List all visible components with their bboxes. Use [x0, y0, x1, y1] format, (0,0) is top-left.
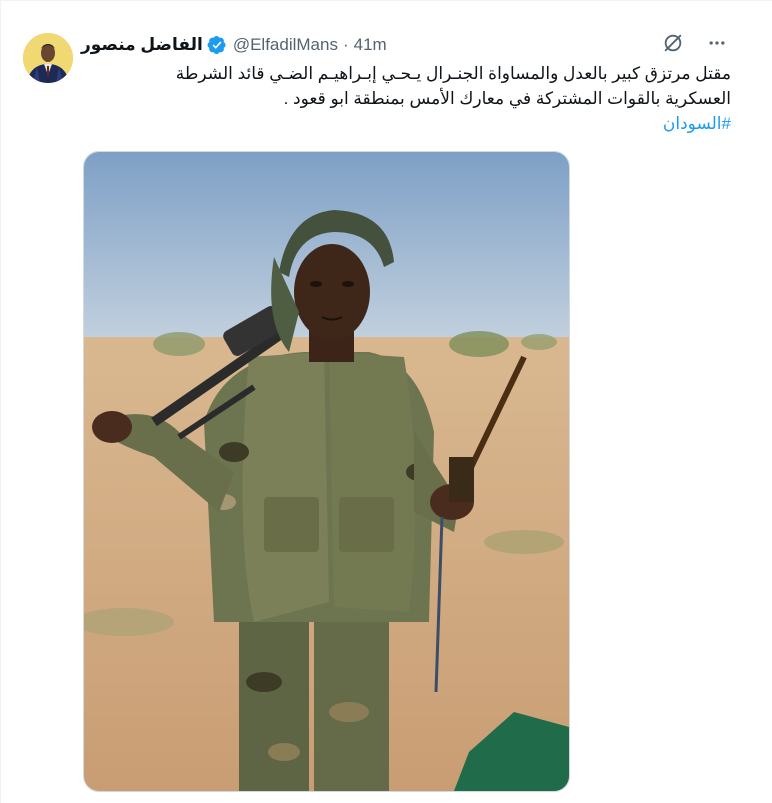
- tweet-timestamp[interactable]: 41m: [354, 35, 387, 55]
- tweet-text: مقتل مرتزق كبير بالعدل والمساواة الجنـرا…: [81, 61, 731, 136]
- tweet-text-line-1: مقتل مرتزق كبير بالعدل والمساواة الجنـرا…: [175, 64, 731, 83]
- grok-icon[interactable]: [661, 31, 685, 55]
- author-name[interactable]: الفاضل منصور: [81, 35, 203, 55]
- verified-badge-icon[interactable]: [207, 35, 227, 55]
- author-avatar[interactable]: [23, 33, 73, 83]
- tweet-photo[interactable]: [83, 151, 570, 792]
- hashtag-link[interactable]: #السودان: [663, 114, 731, 133]
- author-handle[interactable]: @ElfadilMans: [233, 35, 338, 55]
- more-options-icon[interactable]: [705, 31, 729, 55]
- separator-dot: ·: [342, 35, 349, 54]
- tweet-header: الفاضل منصور @ElfadilMans · 41m: [81, 34, 387, 56]
- tweet-card: الفاضل منصور @ElfadilMans · 41m مقتل مرت…: [0, 0, 772, 803]
- tweet-actions: [661, 31, 729, 55]
- tweet-text-line-2: العسكرية بالقوات المشتركة في معارك الأمس…: [283, 89, 731, 108]
